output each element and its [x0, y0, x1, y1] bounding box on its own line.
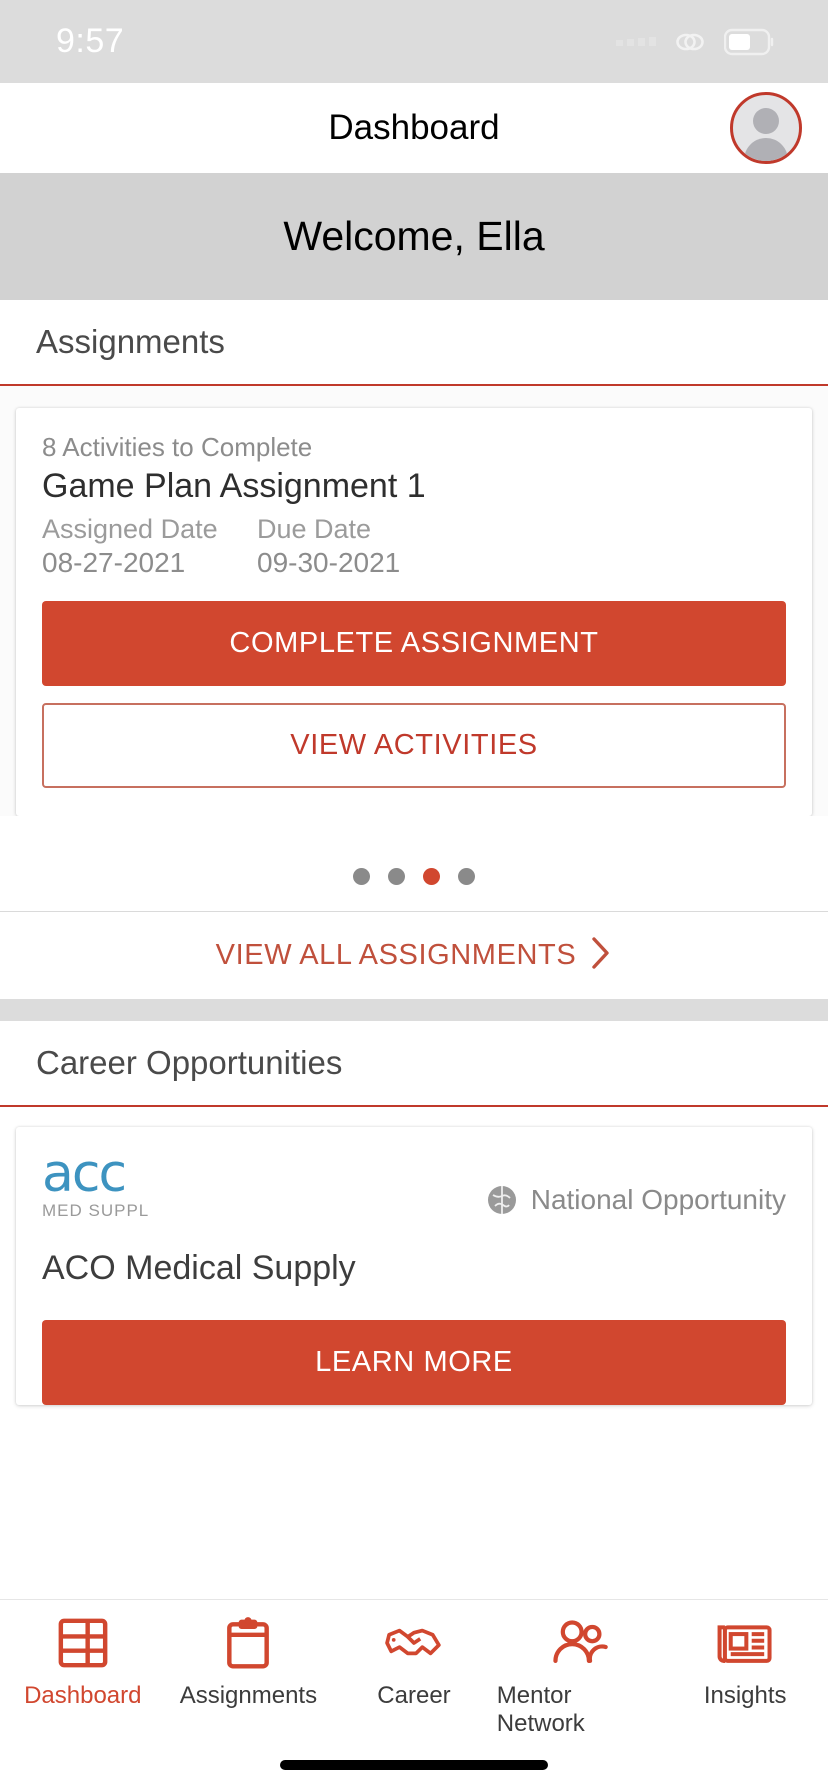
tab-label-insights: Insights	[703, 1682, 787, 1709]
assignments-carousel: 8 Activities to Complete Game Plan Assig…	[0, 386, 828, 911]
carousel-dot[interactable]	[353, 868, 370, 885]
status-bar: 9:57	[0, 0, 828, 83]
clipboard-icon	[219, 1614, 277, 1672]
view-all-assignments-link[interactable]: VIEW ALL ASSIGNMENTS	[0, 911, 828, 999]
section-divider	[0, 999, 828, 1021]
tab-mentor-network[interactable]: Mentor Network	[497, 1614, 663, 1738]
tab-label-career: Career	[377, 1682, 451, 1709]
newspaper-icon	[716, 1614, 774, 1672]
status-indicators	[616, 27, 776, 57]
page-title: Dashboard	[328, 108, 500, 147]
chevron-right-icon	[590, 936, 612, 975]
tab-label-dashboard: Dashboard	[24, 1682, 142, 1709]
tab-dashboard[interactable]: Dashboard	[0, 1614, 166, 1710]
career-card[interactable]: acc MED SUPPL National Opportunity ACO M…	[16, 1127, 812, 1405]
career-card-top: acc MED SUPPL National Opportunity	[42, 1144, 786, 1221]
opportunity-scope-label: National Opportunity	[530, 1184, 786, 1215]
view-activities-button[interactable]: VIEW ACTIVITIES	[42, 703, 786, 788]
bottom-tab-bar: Dashboard Assignments Career Mentor Netw…	[0, 1599, 828, 1792]
assignments-section-header: Assignments	[0, 300, 828, 386]
due-date-value: 09-30-2021	[257, 547, 401, 578]
people-icon	[551, 1614, 609, 1672]
home-indicator	[280, 1760, 548, 1770]
view-all-assignments-label: VIEW ALL ASSIGNMENTS	[215, 939, 577, 971]
status-badge: National Opportunity	[485, 1183, 786, 1217]
dashboard-grid-icon	[54, 1614, 112, 1672]
career-title: Career Opportunities	[36, 1044, 343, 1081]
avatar-head	[753, 108, 779, 134]
activities-count: 8 Activities to Complete	[42, 432, 313, 462]
carousel-dot-active[interactable]	[423, 868, 440, 885]
date-values-row: 08-27-2021 09-30-2021	[42, 547, 786, 579]
assigned-date-value: 08-27-2021	[42, 547, 186, 578]
learn-more-button[interactable]: LEARN MORE	[42, 1319, 786, 1405]
due-date-label: Due Date	[257, 514, 372, 544]
company-logo: acc MED SUPPL	[42, 1144, 150, 1221]
signal-dots-icon	[616, 37, 656, 46]
assigned-date-label: Assigned Date	[42, 514, 218, 544]
globe-icon	[487, 1186, 516, 1214]
tab-label-assignments: Assignments	[179, 1682, 318, 1709]
career-section-header: Career Opportunities	[0, 1021, 828, 1107]
avatar-body	[744, 138, 788, 161]
company-name: ACO Medical Supply	[42, 1248, 356, 1287]
company-logo-subtext: MED SUPPL	[42, 1200, 150, 1220]
company-logo-word: acc	[42, 1144, 127, 1204]
date-labels-row: Assigned Date Due Date	[42, 514, 786, 545]
tab-label-mentor-network: Mentor Network	[496, 1682, 585, 1737]
battery-icon	[724, 28, 774, 55]
carousel-pagination[interactable]	[0, 816, 828, 911]
tab-insights[interactable]: Insights	[662, 1614, 828, 1710]
assignments-title: Assignments	[36, 323, 225, 360]
handshake-icon	[385, 1614, 443, 1672]
status-time: 9:57	[56, 22, 125, 60]
navbar: Dashboard	[0, 83, 828, 173]
welcome-text: Welcome, Ella	[283, 213, 545, 259]
tab-assignments[interactable]: Assignments	[166, 1614, 332, 1710]
avatar[interactable]	[730, 92, 802, 164]
welcome-banner: Welcome, Ella	[0, 173, 828, 300]
tab-career[interactable]: Career	[331, 1614, 497, 1710]
complete-assignment-button[interactable]: COMPLETE ASSIGNMENT	[42, 601, 786, 686]
assignment-card[interactable]: 8 Activities to Complete Game Plan Assig…	[16, 408, 812, 816]
assignment-name: Game Plan Assignment 1	[42, 467, 426, 505]
carousel-dot[interactable]	[388, 868, 405, 885]
carousel-dot[interactable]	[458, 868, 475, 885]
link-icon	[676, 33, 704, 50]
